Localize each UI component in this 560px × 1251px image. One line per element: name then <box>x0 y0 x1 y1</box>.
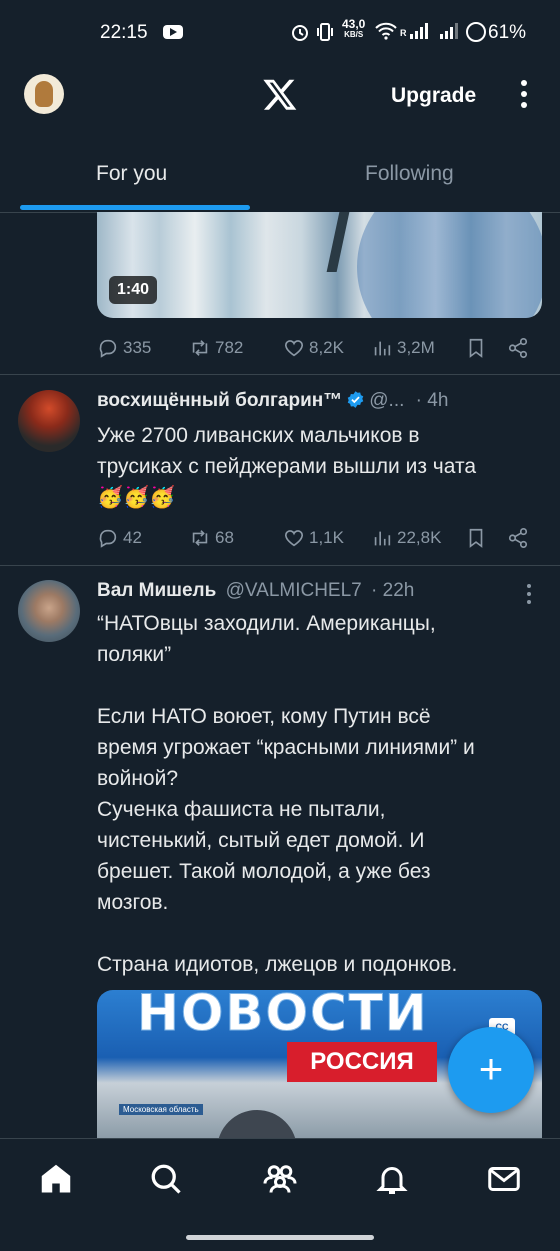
communities-icon[interactable] <box>262 1161 298 1197</box>
repost-icon <box>192 530 208 546</box>
status-bar: 22:15 43,0 KB/S R 61% <box>0 0 560 62</box>
author-avatar[interactable] <box>18 390 80 452</box>
bookmark-button[interactable] <box>465 336 487 360</box>
post-video-thumbnail[interactable]: 1:40 <box>97 212 542 318</box>
compose-button[interactable]: + <box>448 1027 534 1113</box>
youtube-notification-icon <box>163 25 183 39</box>
verified-icon <box>348 391 364 408</box>
author-avatar[interactable] <box>18 580 80 642</box>
post-more-icon[interactable] <box>526 584 532 604</box>
signal-1-icon <box>410 23 428 39</box>
status-time: 22:15 <box>100 22 148 43</box>
reply-icon <box>99 339 117 358</box>
reply-icon <box>99 529 117 548</box>
net-speed: 43,0 KB/S <box>342 18 365 40</box>
post-text: “НАТОвцы заходили. Американцы, поляки” Е… <box>97 612 475 976</box>
post-actions: 42 68 1,1K 22,8K <box>97 526 542 550</box>
post-header: восхищённый болгарин™ @... · 4h <box>97 390 448 412</box>
like-icon <box>284 340 304 357</box>
compose-icon: + <box>478 1045 504 1092</box>
wifi-icon <box>375 22 397 40</box>
vibrate-icon <box>317 23 333 41</box>
post-time: · 4h <box>415 390 449 411</box>
news-headline: НОВОСТИ <box>137 990 429 1043</box>
signal-2-icon <box>440 23 458 39</box>
tab-for-you[interactable]: For you <box>96 162 167 186</box>
x-logo-icon[interactable] <box>262 76 298 112</box>
net-speed-unit: KB/S <box>344 30 364 39</box>
news-location: Московская область <box>119 1104 203 1115</box>
author-name[interactable]: восхищённый болгарин™ <box>97 390 342 411</box>
post-header: Вал Мишель @VALMICHEL7 · 22h <box>97 580 414 602</box>
post-divider <box>0 565 560 566</box>
like-icon <box>284 530 304 547</box>
like-count: 8,2K <box>309 338 344 357</box>
bookmark-button[interactable] <box>465 526 487 550</box>
reply-count: 42 <box>123 528 142 547</box>
net-speed-value: 43,0 <box>342 17 366 31</box>
search-icon[interactable] <box>148 1161 184 1197</box>
repost-button[interactable]: 68 <box>189 526 234 550</box>
bottom-navigation <box>0 1138 560 1251</box>
timeline-tabs: For you Following <box>0 150 560 213</box>
views-button[interactable]: 22,8K <box>371 526 441 550</box>
like-button[interactable]: 1,1K <box>283 526 344 550</box>
repost-count: 68 <box>215 528 234 547</box>
share-icon <box>508 528 528 548</box>
reply-button[interactable]: 42 <box>97 526 142 550</box>
gesture-bar[interactable] <box>186 1235 374 1240</box>
views-icon <box>374 341 391 356</box>
bookmark-icon <box>469 338 483 358</box>
news-subhead: РОССИЯ <box>287 1042 437 1082</box>
like-button[interactable]: 8,2K <box>283 336 344 360</box>
author-name[interactable]: Вал Мишель <box>97 580 216 601</box>
tab-following[interactable]: Following <box>365 162 454 186</box>
share-icon <box>508 338 528 358</box>
alarm-icon <box>292 25 308 41</box>
views-button[interactable]: 3,2M <box>371 336 435 360</box>
battery-icon <box>466 22 486 42</box>
view-count: 22,8K <box>397 528 442 547</box>
home-icon[interactable] <box>38 1161 74 1197</box>
share-button[interactable] <box>507 526 529 550</box>
video-duration: 1:40 <box>109 276 158 304</box>
share-button[interactable] <box>507 336 529 360</box>
repost-icon <box>192 340 208 356</box>
post-divider <box>0 374 560 375</box>
post-actions: 335 782 8,2K 3,2M <box>97 336 542 360</box>
roaming-label: R <box>400 28 407 38</box>
account-avatar[interactable] <box>24 74 64 114</box>
post-time: · 22h <box>371 580 415 601</box>
more-vertical-icon[interactable] <box>514 78 534 110</box>
notifications-icon[interactable] <box>374 1161 410 1197</box>
like-count: 1,1K <box>309 528 344 547</box>
author-handle[interactable]: @VALMICHEL7 <box>226 580 362 601</box>
upgrade-button[interactable]: Upgrade <box>391 84 476 108</box>
battery-level: 61% <box>488 22 527 43</box>
author-handle[interactable]: @... <box>369 390 404 411</box>
repost-button[interactable]: 782 <box>189 336 243 360</box>
post-text: Уже 2700 ливанских мальчиков в трусиках … <box>97 424 477 509</box>
reply-button[interactable]: 335 <box>97 336 151 360</box>
active-tab-indicator <box>20 205 250 210</box>
repost-count: 782 <box>215 338 244 357</box>
messages-icon[interactable] <box>486 1161 522 1197</box>
bookmark-icon <box>469 528 483 548</box>
views-icon <box>374 531 391 546</box>
view-count: 3,2M <box>397 338 435 357</box>
news-person <box>217 1110 297 1140</box>
reply-count: 335 <box>123 338 152 357</box>
